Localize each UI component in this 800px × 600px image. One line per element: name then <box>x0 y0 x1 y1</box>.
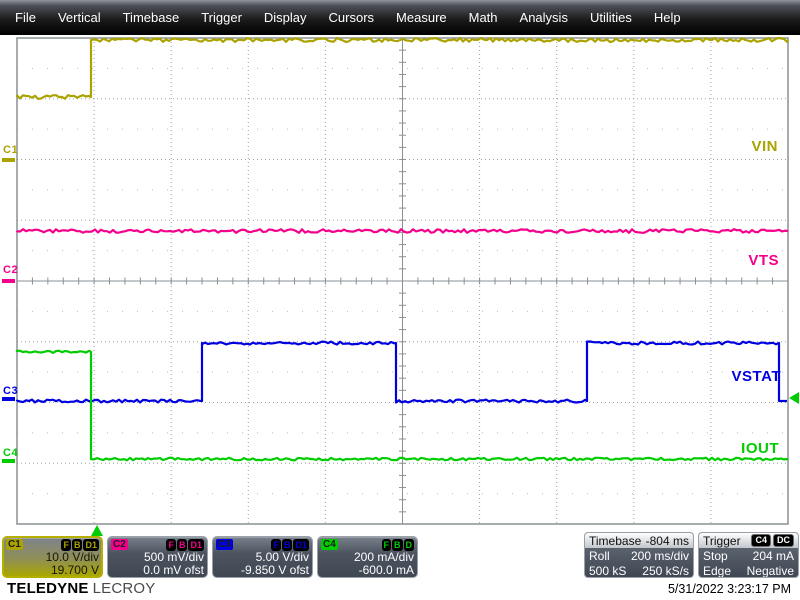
timebase-rate: 250 kS/s <box>642 564 689 578</box>
menu-item-timebase[interactable]: Timebase <box>112 0 191 35</box>
badge-b-icon: B <box>177 539 188 551</box>
timebase-title: Timebase <box>589 534 641 548</box>
menu-item-trigger[interactable]: Trigger <box>190 0 253 35</box>
channel-offset-marker-c4[interactable] <box>2 459 15 463</box>
menu-item-help[interactable]: Help <box>643 0 692 35</box>
channel-offset: -9.850 V ofst <box>216 564 309 577</box>
trigger-time-arrow-icon[interactable] <box>91 525 103 536</box>
badge-b-icon: B <box>392 539 403 551</box>
badge-d-icon: D <box>404 539 415 551</box>
channel-chip-c2: C2 <box>111 539 128 550</box>
timebase-offset: -804 ms <box>646 534 689 548</box>
trigger-slope: Negative <box>747 564 794 578</box>
trigger-type: Edge <box>703 564 731 578</box>
trigger-title: Trigger <box>703 534 741 548</box>
menu-item-measure[interactable]: Measure <box>385 0 458 35</box>
menu-bar: File Vertical Timebase Trigger Display C… <box>0 0 800 35</box>
menu-item-utilities[interactable]: Utilities <box>579 0 643 35</box>
datetime-label: 5/31/2022 3:23:17 PM <box>668 582 791 596</box>
channel-chip-c4: C4 <box>321 539 338 550</box>
channel-chip-c3: C3 <box>216 539 233 550</box>
badge-d1-icon: D1 <box>293 539 309 551</box>
channel-offset-marker-c3[interactable] <box>2 397 15 401</box>
badge-b-icon: B <box>282 539 293 551</box>
menu-item-vertical[interactable]: Vertical <box>47 0 112 35</box>
channel-marker-label-c3: C3 <box>3 385 18 397</box>
timebase-box[interactable]: Timebase -804 ms Roll 200 ms/div 500 kS … <box>584 532 694 578</box>
channel-offset-marker-c2[interactable] <box>2 279 15 283</box>
menu-item-analysis[interactable]: Analysis <box>509 0 579 35</box>
badge-d1-icon: D1 <box>83 539 99 551</box>
brand-primary: TELEDYNE <box>7 580 89 597</box>
badge-f-icon: F <box>382 539 392 551</box>
channel-chip-c1: C1 <box>6 539 23 550</box>
brand-logo: TELEDYNELECROY <box>7 580 156 597</box>
channel-offset: 19.700 V <box>6 564 99 577</box>
channel-offset: 0.0 mV ofst <box>111 564 204 577</box>
channel-descriptor-c3[interactable]: C3 F B D1 5.00 V/div -9.850 V ofst <box>212 536 313 578</box>
trigger-box[interactable]: Trigger C4 DC Stop 204 mA Edge Negative <box>698 532 799 578</box>
menu-item-cursors[interactable]: Cursors <box>318 0 386 35</box>
oscilloscope-screen: C1 C2 C3 C4 VIN VTS VSTAT IOUT File Vert… <box>0 0 800 600</box>
trace-label-vstat: VSTAT <box>732 368 781 385</box>
channel-offset: -600.0 mA <box>321 564 414 577</box>
trigger-coupling-badge: DC <box>773 534 794 547</box>
timebase-scale: 200 ms/div <box>631 549 689 563</box>
menu-item-display[interactable]: Display <box>253 0 318 35</box>
channel-descriptor-c1[interactable]: C1 F B D1 10.0 V/div 19.700 V <box>2 536 103 578</box>
status-bar: TELEDYNELECROY 5/31/2022 3:23:17 PM <box>0 578 800 600</box>
badge-d1-icon: D1 <box>188 539 204 551</box>
channel-marker-label-c2: C2 <box>3 264 18 276</box>
brand-secondary: LECROY <box>93 580 156 597</box>
trigger-level-arrow-icon[interactable] <box>789 392 799 404</box>
waveform-display <box>0 0 800 600</box>
channel-marker-label-c1: C1 <box>3 144 18 156</box>
trace-label-vts: VTS <box>748 252 779 269</box>
badge-f-icon: F <box>166 539 176 551</box>
trace-label-vin: VIN <box>751 138 778 155</box>
timebase-mode: Roll <box>589 549 610 563</box>
menu-item-file[interactable]: File <box>4 0 47 35</box>
menu-item-math[interactable]: Math <box>458 0 509 35</box>
trace-label-iout: IOUT <box>741 440 779 457</box>
channel-offset-marker-c1[interactable] <box>2 158 15 162</box>
badge-b-icon: B <box>72 539 83 551</box>
channel-descriptor-c4[interactable]: C4 F B D 200 mA/div -600.0 mA <box>317 536 418 578</box>
badge-f-icon: F <box>271 539 281 551</box>
channel-marker-label-c4: C4 <box>3 447 18 459</box>
trigger-source-badge: C4 <box>751 534 771 547</box>
timebase-samples: 500 kS <box>589 564 626 578</box>
channel-descriptor-c2[interactable]: C2 F B D1 500 mV/div 0.0 mV ofst <box>107 536 208 578</box>
badge-f-icon: F <box>61 539 71 551</box>
trigger-mode: Stop <box>703 549 728 563</box>
trigger-level: 204 mA <box>753 549 794 563</box>
